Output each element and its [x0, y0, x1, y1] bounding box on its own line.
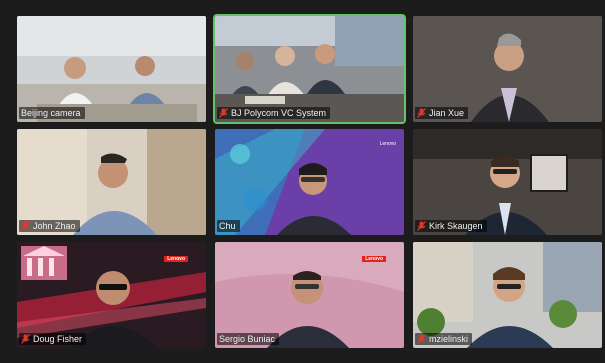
mic-muted-icon	[21, 334, 30, 344]
participant-name-tag: Sergio Buniac	[217, 333, 280, 345]
mic-muted-icon	[417, 221, 426, 231]
video-grid: Beijing camera BJ Polycom VC System Jian…	[17, 16, 602, 348]
mic-muted-icon	[417, 334, 426, 344]
participant-name: BJ Polycom VC System	[231, 108, 327, 118]
brand-logo: Lenovo	[379, 141, 396, 147]
participant-name-tag: mzielinski	[415, 333, 473, 345]
participant-name-tag: Chu	[217, 220, 240, 232]
participant-video	[215, 129, 404, 235]
participant-name: John Zhao	[33, 221, 76, 231]
video-tile-bj-polycom[interactable]: BJ Polycom VC System	[215, 16, 404, 122]
participant-name: Jian Xue	[429, 108, 465, 118]
participant-name-tag: Doug Fisher	[19, 333, 87, 345]
participant-name-tag: BJ Polycom VC System	[217, 107, 331, 119]
participant-name: Kirk Skaugen	[429, 221, 483, 231]
mic-muted-icon	[219, 108, 228, 118]
brand-logo: Lenovo	[164, 256, 188, 262]
video-tile-john-zhao[interactable]: John Zhao	[17, 129, 206, 235]
video-tile-jian-xue[interactable]: Jian Xue	[413, 16, 602, 122]
participant-name-tag: John Zhao	[19, 220, 80, 232]
brand-logo: Lenovo	[362, 256, 386, 262]
participant-name-tag: Kirk Skaugen	[415, 220, 487, 232]
mic-muted-icon	[21, 221, 30, 231]
video-tile-sergio-buniac[interactable]: Lenovo Sergio Buniac	[215, 242, 404, 348]
video-tile-beijing-camera[interactable]: Beijing camera	[17, 16, 206, 122]
virtual-background-text: Lenovo	[380, 141, 396, 147]
video-tile-chu[interactable]: Lenovo Chu	[215, 129, 404, 235]
participant-name: mzielinski	[429, 334, 469, 344]
participant-name-tag: Jian Xue	[415, 107, 469, 119]
participant-name: Chu	[219, 221, 236, 231]
mic-muted-icon	[417, 108, 426, 118]
participant-name-tag: Beijing camera	[19, 107, 85, 119]
video-tile-doug-fisher[interactable]: Lenovo Doug Fisher	[17, 242, 206, 348]
participant-name: Sergio Buniac	[219, 334, 276, 344]
participant-name: Beijing camera	[21, 108, 81, 118]
video-tile-mzielinski[interactable]: mzielinski	[413, 242, 602, 348]
participant-name: Doug Fisher	[33, 334, 83, 344]
video-tile-kirk-skaugen[interactable]: Kirk Skaugen	[413, 129, 602, 235]
